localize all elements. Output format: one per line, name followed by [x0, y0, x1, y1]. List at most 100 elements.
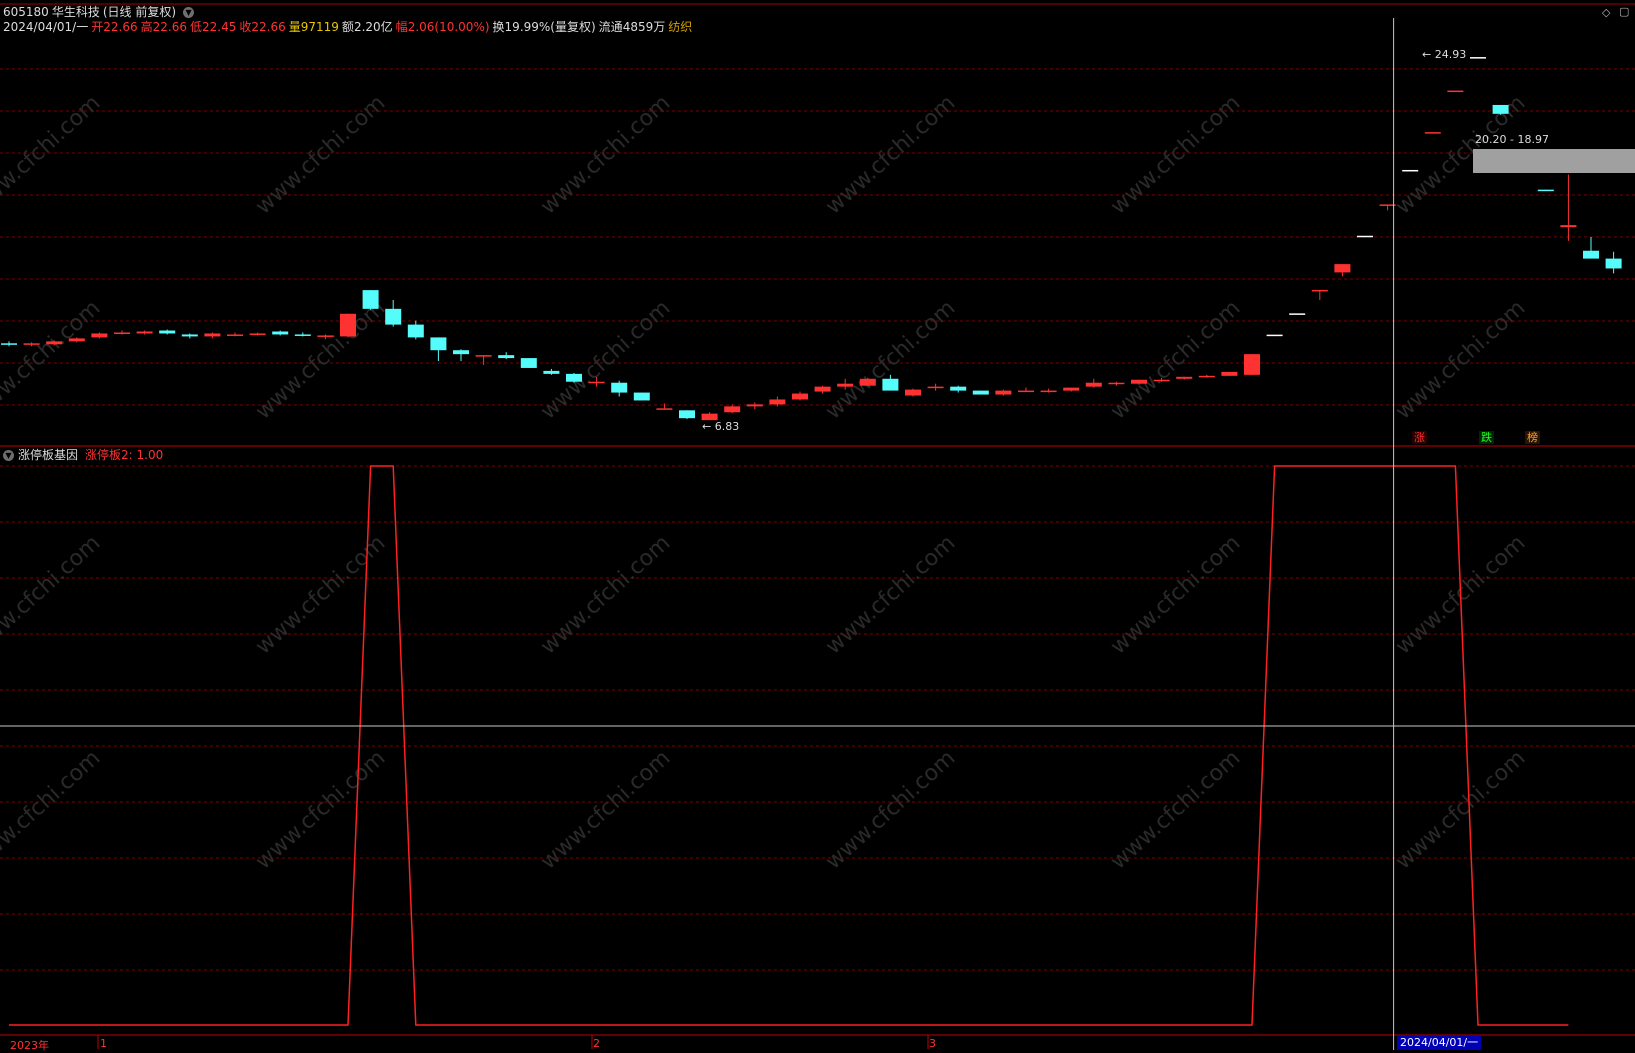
- high-value: 22.66: [152, 20, 187, 34]
- candle-body: [1, 343, 17, 345]
- candle-body: [724, 406, 741, 413]
- amount-value: 2.20亿: [353, 20, 393, 34]
- candle: [633, 392, 650, 401]
- candle: [227, 332, 243, 337]
- candle-body: [1018, 390, 1034, 393]
- watermark-text: www.cfchi.com: [0, 746, 105, 875]
- candle-body: [679, 410, 695, 419]
- candle-body: [204, 333, 221, 337]
- industry-label[interactable]: 纺织: [668, 20, 692, 34]
- candle-body: [407, 324, 424, 338]
- candle-body: [1537, 189, 1554, 192]
- period-dropdown-icon[interactable]: ▼: [183, 7, 195, 18]
- candle-body: [385, 308, 402, 325]
- x-axis-month-1: 1: [100, 1037, 107, 1050]
- candle: [159, 329, 176, 335]
- candle-body: [1334, 264, 1351, 273]
- rank-list-tag[interactable]: 榜: [1525, 431, 1540, 444]
- candle-body: [746, 404, 763, 407]
- indicator-series-label: 涨停板2: 1.00: [85, 448, 164, 462]
- candle-body: [453, 350, 469, 355]
- candle: [1470, 57, 1486, 59]
- candle-body: [227, 334, 243, 336]
- candle-body: [543, 370, 560, 374]
- candle: [611, 380, 628, 397]
- candle: [1583, 236, 1599, 259]
- candle: [1605, 251, 1622, 274]
- candle: [1085, 378, 1102, 388]
- candle-body: [23, 343, 40, 345]
- candle: [453, 349, 469, 362]
- float-value: 4859万: [622, 20, 666, 34]
- candle: [1063, 387, 1080, 392]
- indicator-dropdown-icon[interactable]: ▼: [3, 450, 14, 461]
- candle-body: [1131, 379, 1147, 384]
- indicator-name[interactable]: 涨停板基因: [18, 448, 78, 462]
- candle-body: [588, 381, 605, 384]
- candle-body: [656, 408, 673, 410]
- candle-body: [68, 338, 85, 342]
- candle-body: [814, 386, 831, 392]
- cursor-date-label: 2024/04/01/一: [1397, 1036, 1482, 1050]
- candle: [407, 320, 424, 340]
- candle-body: [905, 389, 921, 396]
- candle-body: [1153, 379, 1170, 382]
- candle-body: [837, 383, 854, 387]
- candle-body: [1085, 382, 1102, 387]
- candle-body: [1221, 371, 1238, 376]
- candle: [1266, 334, 1283, 337]
- candle: [679, 410, 695, 420]
- candle: [1537, 189, 1554, 192]
- watermark-text: www.cfchi.com: [0, 531, 105, 660]
- candle: [114, 330, 130, 335]
- period-label[interactable]: (日线 前复权): [103, 5, 176, 19]
- watermark-text: www.cfchi.com: [0, 296, 105, 425]
- chart-canvas[interactable]: www.cfchi.com www.cfchi.com www.cfchi.com w…: [0, 0, 1635, 1050]
- candle: [181, 333, 198, 339]
- max-price-label: ← 24.93: [1422, 48, 1467, 61]
- candle: [430, 337, 447, 362]
- watermark-text: www.cfchi.com: [536, 531, 675, 660]
- max-price-value: 24.93: [1434, 48, 1467, 61]
- limit-up-tag[interactable]: 涨: [1412, 431, 1427, 444]
- min-price-value: 6.83: [714, 420, 740, 433]
- price-range-box: [1473, 149, 1635, 173]
- candle: [1108, 381, 1125, 386]
- open-value: 22.66: [103, 20, 138, 34]
- volume-value: 97119: [300, 20, 339, 34]
- candle-body: [1447, 90, 1464, 93]
- candle: [792, 391, 808, 401]
- limit-down-tag[interactable]: 跌: [1479, 431, 1494, 444]
- quote-date: 2024/04/01/一: [3, 20, 89, 34]
- watermark-text: www.cfchi.com: [536, 91, 675, 220]
- candle-body: [859, 378, 876, 386]
- candle-body: [475, 355, 492, 357]
- x-axis-month-2: 2: [593, 1037, 600, 1050]
- candle-body: [340, 313, 356, 337]
- candle-body: [1063, 387, 1080, 391]
- candle: [859, 377, 876, 386]
- candle: [701, 412, 718, 421]
- candle-body: [1492, 104, 1509, 114]
- candle: [566, 372, 582, 383]
- watermark-text: www.cfchi.com: [1106, 531, 1245, 660]
- candle: [543, 368, 560, 375]
- candle: [1560, 174, 1577, 241]
- candle-body: [927, 386, 944, 389]
- candle: [995, 389, 1012, 396]
- candle: [340, 313, 356, 338]
- candle: [294, 332, 311, 337]
- candle: [1289, 313, 1306, 315]
- high-label: 高: [140, 20, 153, 34]
- restore-icon[interactable]: ▢: [1619, 5, 1629, 18]
- low-value: 22.45: [201, 20, 237, 34]
- diamond-icon[interactable]: ◇: [1602, 6, 1610, 19]
- candle: [724, 404, 741, 414]
- candle-body: [520, 358, 537, 368]
- candle: [1040, 388, 1057, 393]
- watermark-layer: www.cfchi.com www.cfchi.com www.cfchi.com w…: [0, 91, 1530, 875]
- candle-body: [1357, 235, 1373, 238]
- stock-code: 605180: [3, 5, 49, 19]
- candle-body: [882, 378, 899, 391]
- candle: [746, 402, 763, 410]
